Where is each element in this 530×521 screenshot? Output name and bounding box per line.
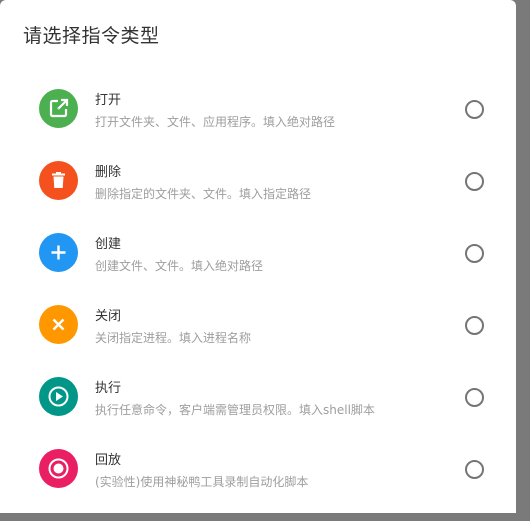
option-description: 创建文件、文件。填入绝对路径 xyxy=(95,259,264,273)
option-title: 打开 xyxy=(95,93,122,108)
trash-icon xyxy=(39,161,78,200)
record-icon xyxy=(39,449,78,488)
option-open[interactable]: 打开 打开文件夹、文件、应用程序。填入绝对路径 xyxy=(0,89,516,161)
option-description: 关闭指定进程。填入进程名称 xyxy=(95,331,252,345)
option-description: (实验性)使用神秘鸭工具录制自动化脚本 xyxy=(95,475,309,489)
option-delete[interactable]: 删除 删除指定的文件夹、文件。填入指定路径 xyxy=(0,161,516,233)
radio-execute[interactable] xyxy=(465,388,484,407)
option-title: 关闭 xyxy=(95,309,122,324)
radio-close[interactable] xyxy=(465,316,484,335)
option-title: 执行 xyxy=(95,381,122,396)
option-description: 执行任意命令，客户端需管理员权限。填入shell脚本 xyxy=(95,403,375,417)
option-title: 创建 xyxy=(95,237,122,252)
select-command-type-dialog: 请选择指令类型 打开 打开文件夹、文件、应用程序。填入绝对路径 删除 删除指定的… xyxy=(0,0,516,513)
radio-replay[interactable] xyxy=(465,460,484,479)
close-icon xyxy=(39,305,78,344)
option-replay[interactable]: 回放 (实验性)使用神秘鸭工具录制自动化脚本 xyxy=(0,449,516,521)
radio-open[interactable] xyxy=(465,100,484,119)
radio-create[interactable] xyxy=(465,244,484,263)
open-in-new-icon xyxy=(39,89,78,128)
play-circle-icon xyxy=(39,377,78,416)
option-close[interactable]: 关闭 关闭指定进程。填入进程名称 xyxy=(0,305,516,377)
plus-icon xyxy=(39,233,78,272)
option-execute[interactable]: 执行 执行任意命令，客户端需管理员权限。填入shell脚本 xyxy=(0,377,516,449)
option-create[interactable]: 创建 创建文件、文件。填入绝对路径 xyxy=(0,233,516,305)
option-description: 删除指定的文件夹、文件。填入指定路径 xyxy=(95,187,312,201)
dialog-title: 请选择指令类型 xyxy=(23,25,160,47)
option-description: 打开文件夹、文件、应用程序。填入绝对路径 xyxy=(95,115,336,129)
option-title: 回放 xyxy=(95,453,122,468)
option-title: 删除 xyxy=(95,165,122,180)
radio-delete[interactable] xyxy=(465,172,484,191)
